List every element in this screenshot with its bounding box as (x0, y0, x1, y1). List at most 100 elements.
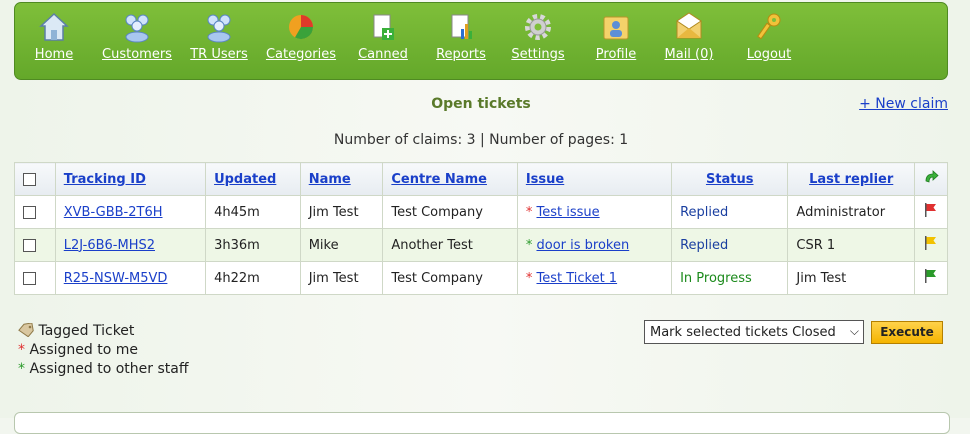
assigned-other-marker: * (525, 237, 533, 253)
nav-logout-label: Logout (746, 47, 792, 62)
legend-tagged: Tagged Ticket (18, 322, 188, 341)
home-icon (39, 12, 69, 41)
sort-issue[interactable]: Issue (526, 172, 564, 187)
yellow-flag-icon (924, 236, 936, 250)
bulk-action-select[interactable]: Mark selected tickets Closed ⌵ (644, 320, 864, 344)
sort-last-replier[interactable]: Last replier (809, 172, 893, 187)
tracking-id-link[interactable]: R25-NSW-M5VD (64, 271, 168, 286)
updated-cell: 4h45m (205, 195, 301, 229)
execute-button[interactable]: Execute (871, 321, 943, 344)
row-checkbox[interactable] (23, 238, 36, 252)
row-select-cell (14, 195, 56, 229)
key-icon (757, 13, 781, 40)
sort-status[interactable]: Status (706, 172, 754, 187)
legend-assigned-me-label: Assigned to me (29, 342, 138, 358)
nav-tr-users-label: TR Users (190, 47, 248, 62)
table-row: L2J-6B6-MHS2 3h36m Mike Another Test * d… (14, 228, 949, 262)
main-navbar: Home Customers TR Users Categories Canne… (14, 2, 948, 80)
last-replier-cell: Administrator (787, 195, 915, 229)
row-select-cell (14, 228, 56, 262)
canned-doc-icon (373, 14, 394, 40)
nav-logout[interactable]: Logout (741, 11, 797, 71)
legend-tagged-label: Tagged Ticket (38, 323, 135, 339)
nav-profile[interactable]: Profile (593, 11, 639, 71)
nav-settings-label: Settings (511, 47, 565, 62)
page-title: Open tickets (431, 96, 531, 112)
status-cell: Replied (671, 195, 789, 229)
nav-customers[interactable]: Customers (99, 11, 175, 71)
issue-link[interactable]: Test Ticket 1 (536, 271, 617, 286)
nav-customers-label: Customers (102, 47, 172, 62)
legend: Tagged Ticket * Assigned to me * Assigne… (18, 322, 188, 379)
nav-home[interactable]: Home (29, 11, 79, 71)
tracking-id-link[interactable]: L2J-6B6-MHS2 (64, 238, 155, 253)
col-updated: Updated (205, 162, 301, 196)
refresh-arrow-icon[interactable] (923, 169, 939, 185)
col-last-replier: Last replier (787, 162, 915, 196)
tracking-id-cell: L2J-6B6-MHS2 (54, 228, 207, 262)
nav-mail-label: Mail (0) (664, 47, 714, 62)
legend-assigned-me: * Assigned to me (18, 341, 188, 360)
row-checkbox[interactable] (23, 205, 36, 219)
sort-updated[interactable]: Updated (214, 172, 276, 187)
tag-icon (18, 322, 34, 338)
table-header-row: Tracking ID Updated Name Centre Name Iss… (14, 162, 949, 196)
table-row: XVB-GBB-2T6H 4h45m Jim Test Test Company… (14, 195, 949, 229)
issue-cell: * Test issue (516, 195, 673, 229)
col-name: Name (299, 162, 384, 196)
row-select-cell (14, 261, 56, 295)
issue-link[interactable]: door is broken (536, 238, 629, 253)
claims-count: Number of claims: 3 | Number of pages: 1 (333, 132, 629, 148)
tr-users-icon (207, 14, 231, 43)
sort-name[interactable]: Name (309, 172, 351, 187)
col-tracking-id: Tracking ID (54, 162, 207, 196)
nav-settings[interactable]: Settings (507, 11, 569, 71)
mail-icon (676, 12, 702, 39)
select-all-cell (14, 162, 56, 196)
nav-tr-users[interactable]: TR Users (187, 11, 251, 71)
customers-icon (125, 14, 149, 43)
issue-link[interactable]: Test issue (536, 205, 599, 220)
nav-categories[interactable]: Categories (263, 11, 339, 71)
status-cell: Replied (671, 228, 789, 262)
green-flag-icon (924, 269, 936, 283)
tracking-id-link[interactable]: XVB-GBB-2T6H (64, 205, 163, 220)
nav-reports[interactable]: Reports (431, 11, 491, 71)
legend-assigned-other: * Assigned to other staff (18, 360, 188, 379)
col-status: Status (671, 162, 789, 196)
sort-tracking-id[interactable]: Tracking ID (64, 172, 146, 187)
centre-cell: Test Company (382, 261, 518, 295)
priority-cell (913, 261, 949, 295)
legend-assigned-other-label: Assigned to other staff (29, 361, 189, 377)
assigned-me-marker: * (525, 204, 533, 220)
nav-home-label: Home (34, 47, 74, 62)
centre-cell: Test Company (382, 195, 518, 229)
sort-centre-name[interactable]: Centre Name (391, 172, 487, 187)
new-claim-link[interactable]: + New claim (859, 96, 948, 112)
centre-cell: Another Test (382, 228, 518, 262)
nav-categories-label: Categories (265, 47, 337, 62)
col-refresh (913, 162, 949, 196)
tracking-id-cell: R25-NSW-M5VD (54, 261, 207, 295)
priority-cell (913, 228, 949, 262)
last-replier-cell: CSR 1 (787, 228, 915, 262)
updated-cell: 3h36m (205, 228, 301, 262)
categories-pie-icon (289, 15, 313, 40)
row-checkbox[interactable] (23, 271, 36, 285)
nav-canned-label: Canned (358, 47, 408, 62)
updated-cell: 4h22m (205, 261, 301, 295)
col-issue: Issue (516, 162, 673, 196)
assigned-me-marker: * (525, 270, 533, 286)
tickets-table: Tracking ID Updated Name Centre Name Iss… (14, 162, 949, 295)
nav-mail[interactable]: Mail (0) (661, 11, 717, 71)
priority-cell (913, 195, 949, 229)
profile-icon (603, 16, 629, 40)
nav-canned[interactable]: Canned (355, 11, 411, 71)
col-centre-name: Centre Name (382, 162, 518, 196)
select-all-checkbox[interactable] (23, 172, 36, 186)
name-cell: Mike (299, 228, 384, 262)
chevron-down-icon: ⌵ (849, 324, 859, 338)
gear-icon (525, 14, 551, 40)
nav-reports-label: Reports (436, 47, 486, 62)
last-replier-cell: Jim Test (787, 261, 915, 295)
